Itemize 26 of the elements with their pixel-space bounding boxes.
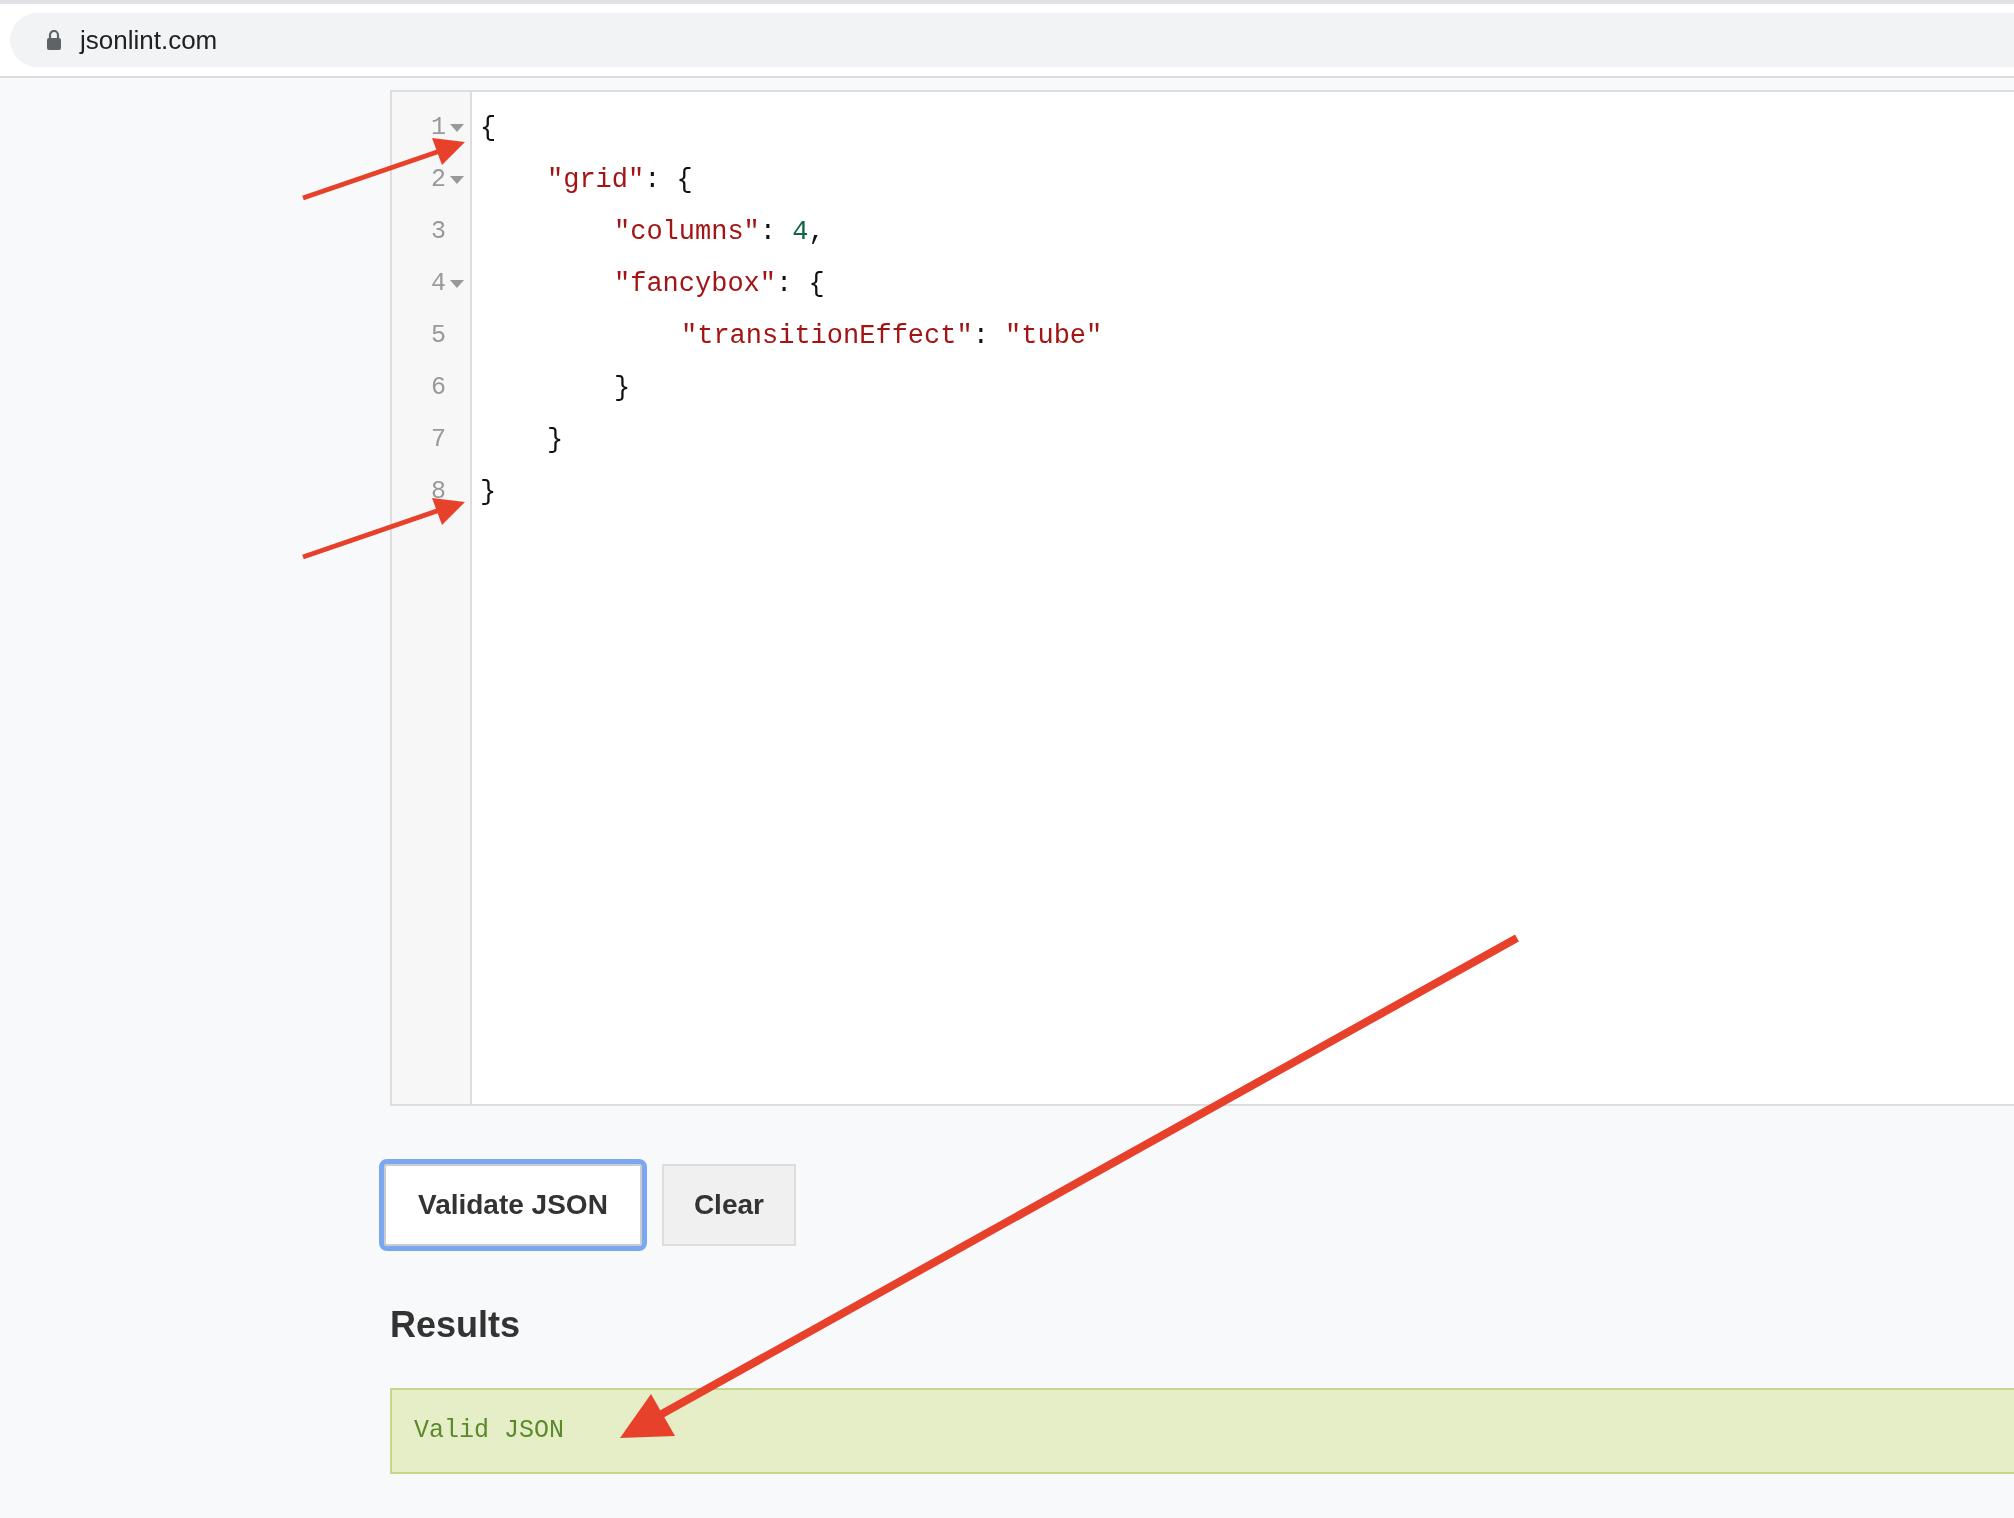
lock-icon [46, 30, 62, 50]
line-number: 2 [431, 164, 446, 197]
fold-caret-icon[interactable] [450, 280, 464, 288]
results-heading: Results [390, 1303, 522, 1347]
code-line: } [547, 423, 564, 457]
code-line: "grid": { [547, 163, 693, 197]
code-line: } [480, 475, 497, 509]
line-number: 3 [431, 216, 446, 249]
url-text: jsonlint.com [80, 23, 218, 57]
code-line: "fancybox": { [614, 267, 825, 301]
line-number: 7 [431, 424, 446, 457]
code-line: "transitionEffect": "tube" [681, 319, 1103, 353]
line-number: 6 [431, 372, 446, 405]
line-number: 5 [431, 320, 446, 353]
fold-caret-icon[interactable] [450, 176, 464, 184]
line-number: 1 [431, 112, 446, 145]
clear-button[interactable]: Clear [661, 1164, 796, 1246]
code-editor[interactable]: 1 2 3 4 5 6 7 8 { "grid": { "columns": 4, "fancybox": { "transitionEffect": "tube" } } } [390, 90, 2014, 1106]
code-line: "columns": 4, [614, 215, 825, 249]
address-bar[interactable]: jsonlint.com [10, 13, 2014, 67]
line-number: 4 [431, 268, 446, 301]
fold-caret-icon[interactable] [450, 124, 464, 132]
code-line: { [480, 111, 497, 145]
result-message: Valid JSON [390, 1388, 2014, 1474]
code-line: } [614, 371, 631, 405]
line-number: 8 [431, 476, 446, 509]
